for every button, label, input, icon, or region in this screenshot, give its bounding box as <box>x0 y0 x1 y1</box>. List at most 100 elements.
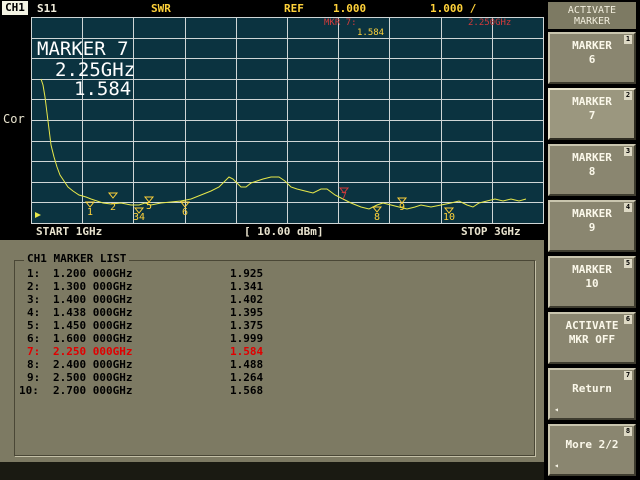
bottom-bar <box>0 462 544 480</box>
marker-index: 9: <box>27 371 41 384</box>
active-marker-freq: 2.25GHz <box>55 59 136 81</box>
marker-tags: 1 2 345 6 7 8 9 10 <box>84 187 455 223</box>
marker-tag-label: 1 <box>87 207 93 218</box>
marker-tag-5: 5 <box>143 196 155 212</box>
marker-index: 5: <box>27 319 41 332</box>
marker-triangle-icon <box>107 192 119 199</box>
softkey-number: 6 <box>624 315 632 324</box>
marker-list-row: 5: 1.450 000GHz 1.375 <box>4 319 404 332</box>
plot-footer: START 1GHz [ 10.00 dBm] STOP 3GHz <box>31 224 544 240</box>
source-power: [ 10.00 dBm] <box>244 225 324 238</box>
correction-indicator: Cor <box>3 112 25 126</box>
softkey-label: MARKER <box>572 207 612 220</box>
marker-tag-label: 9 <box>399 202 405 213</box>
marker-value: 1.568 <box>230 384 264 397</box>
submenu-arrow-icon: ◂ <box>554 405 559 414</box>
marker-tag-8: 8 <box>371 206 383 223</box>
softkey-marker-7[interactable]: MARKER 7 2 <box>548 88 636 140</box>
reference-pointer-icon <box>35 212 41 218</box>
softkey-label: MARKER <box>572 263 612 276</box>
softkey-marker-8[interactable]: MARKER 8 3 <box>548 144 636 196</box>
submenu-arrow-icon: ◂ <box>554 461 559 470</box>
scale-value: 1.000 / <box>430 2 477 15</box>
marker-value: 1.375 <box>230 319 264 332</box>
marker-frequency: 1.400 000GHz <box>53 293 133 306</box>
marker-readout-freq: 2.250GHz <box>468 18 511 28</box>
softkey-more[interactable]: More 2/2 8 ◂ <box>548 424 636 476</box>
softkey-return[interactable]: Return 7 ◂ <box>548 368 636 420</box>
softkey-label: More 2/2 <box>565 438 619 451</box>
marker-list-row: 1: 1.200 000GHz 1.925 <box>4 267 404 280</box>
softkey-number: 5 <box>624 259 632 268</box>
marker-frequency: 1.300 000GHz <box>53 280 133 293</box>
marker-frequency: 1.600 000GHz <box>53 332 133 345</box>
marker-index: 1: <box>27 267 41 280</box>
softkey-marker-6[interactable]: MARKER 6 1 <box>548 32 636 84</box>
marker-tag-7: 7 <box>338 187 350 202</box>
softkey-marker-9[interactable]: MARKER 9 4 <box>548 200 636 252</box>
marker-readout-label: MKR 7: <box>324 18 357 28</box>
marker-tag-label: 5 <box>146 201 152 212</box>
softkey-label: 6 <box>588 53 596 66</box>
marker-list-row: 10: 2.700 000GHz 1.568 <box>4 384 404 397</box>
softkey-label: ACTIVATE <box>565 319 619 332</box>
channel-badge[interactable]: CH1 <box>2 1 28 15</box>
marker-list-row: 3: 1.400 000GHz 1.402 <box>4 293 404 306</box>
marker-value: 1.264 <box>230 371 264 384</box>
softkey-number: 8 <box>624 427 632 436</box>
marker-frequency: 2.700 000GHz <box>53 384 133 397</box>
marker-tag-10: 10 <box>443 207 455 223</box>
softkey-label: Return <box>572 382 612 395</box>
marker-frequency: 1.438 000GHz <box>53 306 133 319</box>
softkey-label: MKR OFF <box>568 333 616 346</box>
marker-index: 8: <box>27 358 41 371</box>
softkey-label: 9 <box>588 221 596 234</box>
marker-value: 1.341 <box>230 280 264 293</box>
stop-frequency: STOP 3GHz <box>461 225 521 238</box>
marker-tag-1: 1 <box>84 201 96 218</box>
marker-value: 1.488 <box>230 358 264 371</box>
softkey-label: 7 <box>588 109 596 122</box>
marker-list-row: 6: 1.600 000GHz 1.999 <box>4 332 404 345</box>
s-parameter-label: S11 <box>37 2 57 15</box>
softkey-menu-title: ACTIVATE MARKER <box>548 2 636 29</box>
menu-title-line1: ACTIVATE <box>567 5 617 16</box>
softkey-marker-10[interactable]: MARKER 10 5 <box>548 256 636 308</box>
ref-label: REF <box>284 2 304 15</box>
softkey-number: 1 <box>624 35 632 44</box>
left-strip: Cor <box>0 17 31 240</box>
marker-tag-9: 9 <box>396 197 408 213</box>
marker-frequency: 1.450 000GHz <box>53 319 133 332</box>
marker-list-row: 2: 1.300 000GHz 1.341 <box>4 280 404 293</box>
ref-value: 1.000 <box>333 2 367 15</box>
active-marker-value: 1.584 <box>74 78 132 100</box>
marker-index: 4: <box>27 306 41 319</box>
marker-index: 2: <box>27 280 41 293</box>
marker-value: 1.584 <box>230 345 264 358</box>
marker-tag-label: 2 <box>110 202 116 213</box>
marker-index: 7: <box>27 345 41 358</box>
softkey-label: MARKER <box>572 151 612 164</box>
marker-tag-label: 8 <box>374 212 380 223</box>
softkey-label: 10 <box>585 277 599 290</box>
marker-frequency: 2.400 000GHz <box>53 358 133 371</box>
marker-readout-value: 1.584 <box>357 28 384 38</box>
softkey-label: 8 <box>588 165 596 178</box>
softkey-activate-mkr-off[interactable]: ACTIVATE MKR OFF 6 <box>548 312 636 364</box>
marker-tag-label: 10 <box>443 212 455 223</box>
marker-index: 6: <box>27 332 41 345</box>
start-frequency: START 1GHz <box>36 225 103 238</box>
softkey-number: 4 <box>624 203 632 212</box>
marker-tag-label: 6 <box>182 207 188 218</box>
softkey-number: 2 <box>624 91 632 100</box>
marker-list-row: 8: 2.400 000GHz 1.488 <box>4 358 404 371</box>
analyzer-screen: CH1 S11 SWR REF 1.000 1.000 / Cor 1 2 34 5 6… <box>0 0 640 480</box>
marker-value: 1.402 <box>230 293 264 306</box>
active-marker-name: MARKER 7 <box>37 38 129 60</box>
marker-list-row: 4: 1.438 000GHz 1.395 <box>4 306 404 319</box>
marker-value: 1.925 <box>230 267 264 280</box>
menu-title-line2: MARKER <box>573 16 611 27</box>
marker-tag-34: 34 <box>133 207 145 223</box>
marker-index: 3: <box>27 293 41 306</box>
softkey-number: 3 <box>624 147 632 156</box>
